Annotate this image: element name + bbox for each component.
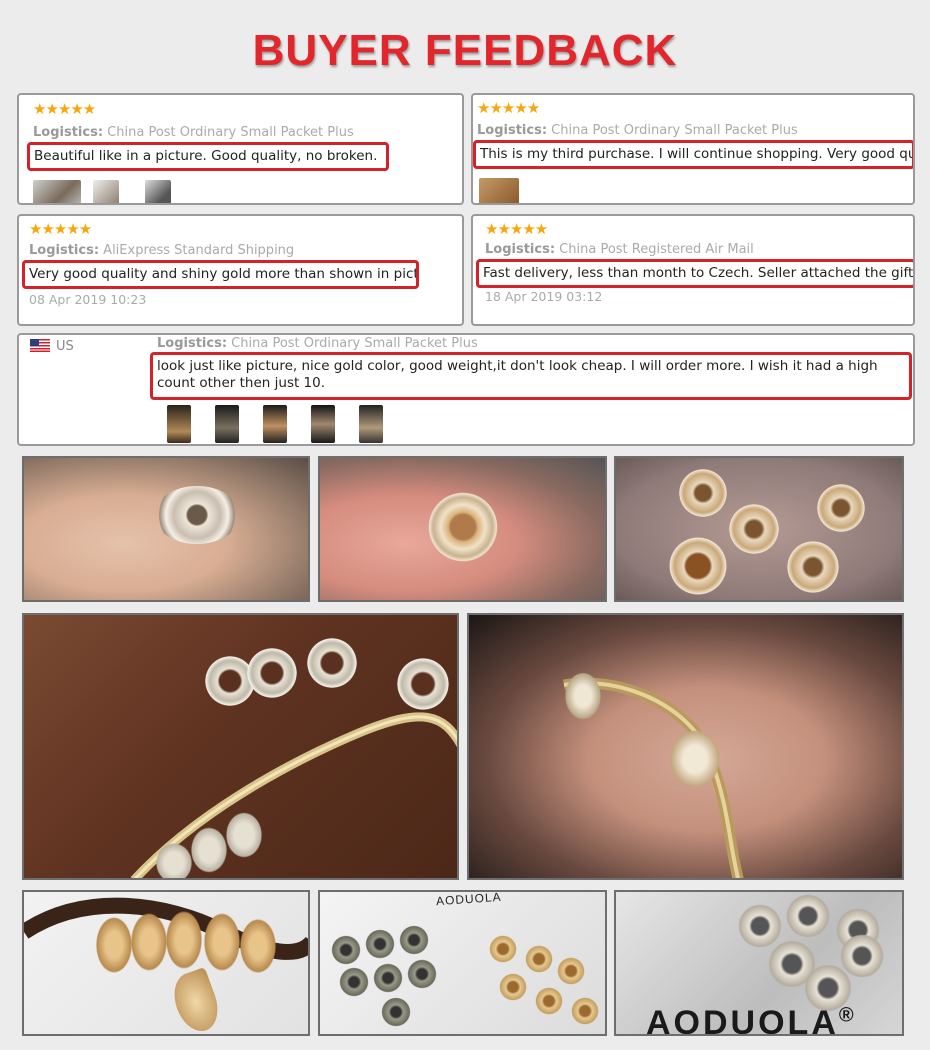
rhinestone-bead — [498, 972, 528, 1002]
us-flag-icon — [30, 339, 50, 352]
rhinestone-bead — [428, 492, 498, 562]
rhinestone-bead — [380, 996, 412, 1028]
rhinestone-bead — [406, 958, 438, 990]
rhinestone-bead — [238, 916, 278, 976]
brand-label: AODUOLA — [435, 890, 503, 909]
star-rating: ★★★★★ — [29, 220, 92, 238]
rhinestone-bead — [556, 956, 586, 986]
review-text: Beautiful like in a picture. Good qualit… — [27, 142, 389, 171]
review-photo-thumb[interactable] — [33, 180, 81, 203]
rhinestone-bead — [524, 944, 554, 974]
review-text: This is my third purchase. I will contin… — [473, 140, 913, 169]
rhinestone-bead — [488, 934, 518, 964]
rhinestone-bead — [784, 892, 832, 940]
product-photo-bracelet-on-wrist — [467, 613, 904, 880]
rhinestone-bead — [398, 924, 430, 956]
rhinestone-bead — [94, 914, 134, 976]
product-photo-fingertip-bead — [22, 456, 310, 602]
brand-logo-text: AODUOLA® — [646, 1004, 857, 1036]
review-date: 08 Apr 2019 10:23 — [29, 292, 147, 307]
rhinestone-bead — [154, 841, 194, 878]
rhinestone-bead — [189, 825, 229, 875]
logistics-line: Logistics: China Post Ordinary Small Pac… — [33, 125, 354, 140]
product-photo-beads-and-chain — [22, 613, 459, 880]
review-photo-thumb[interactable] — [145, 180, 171, 203]
logistics-line: Logistics: AliExpress Standard Shipping — [29, 243, 295, 258]
star-rating: ★★★★★ — [485, 220, 548, 238]
review-photo-thumb[interactable] — [311, 405, 335, 443]
rhinestone-bead — [154, 486, 240, 544]
reviewer-country: US — [56, 339, 74, 354]
review-card-2: ★★★★★ Logistics: China Post Ordinary Sma… — [471, 93, 915, 205]
review-photo-thumb[interactable] — [215, 405, 239, 443]
review-photo-thumb[interactable] — [167, 405, 191, 443]
product-photo-beads-on-brand-bag: AODUOLA® — [614, 890, 904, 1036]
product-photo-leather-cord-beads — [22, 890, 310, 1036]
review-photo-thumb[interactable] — [479, 178, 519, 203]
rhinestone-bead — [668, 536, 728, 596]
review-date: 18 Apr 2019 03:12 — [485, 289, 603, 304]
review-card-4: ★★★★★ Logistics: China Post Registered A… — [471, 214, 915, 326]
rhinestone-bead — [667, 727, 723, 791]
review-photo-thumb[interactable] — [93, 180, 119, 203]
logistics-line: Logistics: China Post Ordinary Small Pac… — [157, 336, 478, 351]
rhinestone-bead — [534, 986, 564, 1016]
rhinestone-bead — [678, 468, 728, 518]
rhinestone-bead — [786, 540, 840, 594]
rhinestone-bead — [816, 483, 866, 533]
review-card-1: ★★★★★ Logistics: China Post Ordinary Sma… — [17, 93, 464, 205]
rhinestone-bead — [570, 996, 600, 1026]
rhinestone-bead — [563, 670, 603, 722]
star-rating: ★★★★★ — [33, 100, 96, 118]
rhinestone-bead — [129, 910, 169, 974]
review-text: Fast delivery, less than month to Czech.… — [476, 259, 913, 288]
rhinestone-bead — [164, 908, 204, 972]
rhinestone-bead — [372, 962, 404, 994]
logistics-line: Logistics: China Post Ordinary Small Pac… — [477, 123, 798, 138]
page-title: BUYER FEEDBACK — [252, 26, 678, 75]
product-photo-beads-on-package: AODUOLA — [318, 890, 607, 1036]
review-photo-thumb[interactable] — [263, 405, 287, 443]
product-photo-beads-on-table — [614, 456, 904, 602]
review-text: look just like picture, nice gold color,… — [150, 352, 912, 400]
rhinestone-bead — [364, 928, 396, 960]
review-card-3: ★★★★★ Logistics: AliExpress Standard Shi… — [17, 214, 464, 326]
star-rating: ★★★★★ — [477, 99, 540, 117]
review-text: Very good quality and shiny gold more th… — [22, 260, 419, 289]
rhinestone-bead — [728, 503, 780, 555]
review-card-5: US Logistics: China Post Ordinary Small … — [17, 333, 915, 446]
rhinestone-bead — [338, 966, 370, 998]
registered-mark: ® — [838, 1004, 857, 1027]
review-photo-thumb[interactable] — [359, 405, 383, 443]
rhinestone-bead — [202, 910, 242, 974]
product-photo-bead-between-fingers — [318, 456, 607, 602]
rhinestone-bead — [330, 934, 362, 966]
logistics-line: Logistics: China Post Registered Air Mai… — [485, 242, 754, 257]
rhinestone-bead — [224, 810, 264, 860]
